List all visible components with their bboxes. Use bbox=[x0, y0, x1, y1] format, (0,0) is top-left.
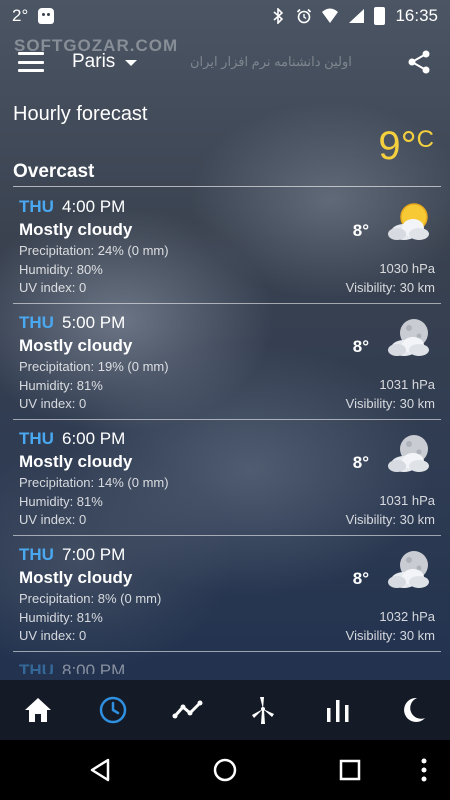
android-icon bbox=[38, 8, 55, 24]
forecast-uv-index: UV index: 0 bbox=[19, 512, 87, 527]
forecast-day: THU bbox=[19, 313, 54, 332]
forecast-pressure: 1031 hPa bbox=[379, 377, 435, 392]
forecast-list[interactable]: THU 4:00 PM Mostly cloudy Precipitation:… bbox=[13, 188, 441, 674]
partly-cloudy-sun-icon bbox=[388, 203, 429, 240]
bottom-navigation bbox=[0, 680, 450, 740]
forecast-time: 5:00 PM bbox=[62, 313, 126, 332]
forecast-temperature: 8° bbox=[352, 337, 369, 356]
forecast-day: THU bbox=[19, 429, 54, 448]
forecast-humidity: Humidity: 81% bbox=[19, 494, 103, 509]
nav-trend[interactable] bbox=[163, 685, 213, 735]
forecast-temperature: 8° bbox=[352, 221, 369, 240]
partly-cloudy-moon-icon bbox=[388, 319, 429, 356]
forecast-visibility: Visibility: 30 km bbox=[345, 628, 435, 643]
forecast-uv-index: UV index: 0 bbox=[19, 396, 87, 411]
current-temp-unit: C bbox=[416, 126, 434, 153]
chevron-down-icon bbox=[125, 60, 138, 66]
forecast-row[interactable]: THU 7:00 PM Mostly cloudy Precipitation:… bbox=[13, 536, 441, 652]
forecast-time: 4:00 PM bbox=[62, 197, 126, 216]
recents-icon[interactable] bbox=[335, 755, 365, 785]
forecast-time: 8:00 PM bbox=[62, 661, 126, 674]
forecast-description: Mostly cloudy bbox=[19, 568, 133, 587]
page-title: Hourly forecast bbox=[13, 103, 148, 125]
home-button-icon[interactable] bbox=[210, 755, 240, 785]
forecast-row[interactable]: THU 4:00 PM Mostly cloudy Precipitation:… bbox=[13, 188, 441, 304]
forecast-temperature: 8° bbox=[352, 569, 369, 588]
forecast-temperature: 8° bbox=[352, 453, 369, 472]
forecast-visibility: Visibility: 30 km bbox=[345, 280, 435, 295]
forecast-pressure: 1031 hPa bbox=[379, 493, 435, 508]
city-selector[interactable]: Paris bbox=[72, 51, 138, 73]
share-icon[interactable] bbox=[406, 49, 432, 75]
bluetooth-icon bbox=[273, 8, 284, 24]
nav-hourly[interactable] bbox=[88, 685, 138, 735]
trend-icon bbox=[172, 700, 202, 719]
forecast-description: Mostly cloudy bbox=[19, 336, 133, 355]
partly-cloudy-moon-icon bbox=[388, 551, 429, 588]
menu-icon[interactable] bbox=[18, 52, 44, 72]
battery-icon bbox=[374, 7, 386, 25]
forecast-row[interactable]: THU 5:00 PM Mostly cloudy Precipitation:… bbox=[13, 304, 441, 420]
alarm-icon bbox=[297, 8, 312, 24]
forecast-day: THU bbox=[19, 545, 54, 564]
wind-turbine-icon bbox=[251, 697, 274, 724]
clock-icon bbox=[99, 696, 126, 724]
forecast-row[interactable]: THU 6:00 PM Mostly cloudy Precipitation:… bbox=[13, 420, 441, 536]
moon-icon bbox=[403, 697, 425, 722]
home-icon bbox=[24, 698, 51, 722]
nav-home[interactable] bbox=[13, 685, 63, 735]
wifi-icon bbox=[322, 8, 339, 23]
current-condition: Overcast bbox=[13, 161, 95, 182]
back-icon[interactable] bbox=[86, 755, 116, 785]
forecast-pressure: 1030 hPa bbox=[379, 261, 435, 276]
forecast-visibility: Visibility: 30 km bbox=[345, 396, 435, 411]
forecast-precipitation: Precipitation: 14% (0 mm) bbox=[19, 475, 169, 490]
forecast-humidity: Humidity: 81% bbox=[19, 610, 103, 625]
nav-charts[interactable] bbox=[313, 685, 363, 735]
forecast-humidity: Humidity: 81% bbox=[19, 378, 103, 393]
clock-time: 16:35 bbox=[395, 6, 438, 25]
forecast-uv-index: UV index: 0 bbox=[19, 280, 87, 295]
bar-chart-icon bbox=[326, 700, 348, 722]
status-bar: 2° 16:35 bbox=[0, 0, 450, 32]
signal-icon bbox=[349, 9, 365, 23]
current-temp-value: 9° bbox=[378, 124, 417, 168]
forecast-day: THU bbox=[19, 661, 54, 674]
city-name: Paris bbox=[72, 51, 116, 72]
current-temperature: 9° C bbox=[378, 124, 434, 169]
forecast-precipitation: Precipitation: 8% (0 mm) bbox=[19, 591, 162, 606]
system-navigation-bar bbox=[0, 740, 450, 800]
nav-wind[interactable] bbox=[238, 685, 288, 735]
more-options-icon[interactable] bbox=[414, 755, 434, 785]
divider bbox=[13, 186, 441, 187]
forecast-visibility: Visibility: 30 km bbox=[345, 512, 435, 527]
app-screen: 2° 16:35 SOFTGOZAR.COM اولین دانشنامه نر… bbox=[0, 0, 450, 800]
forecast-uv-index: UV index: 0 bbox=[19, 628, 87, 643]
forecast-pressure: 1032 hPa bbox=[379, 609, 435, 624]
nav-moon[interactable] bbox=[388, 685, 438, 735]
forecast-time: 7:00 PM bbox=[62, 545, 126, 564]
notification-temp: 2° bbox=[12, 6, 29, 25]
forecast-precipitation: Precipitation: 19% (0 mm) bbox=[19, 359, 169, 374]
forecast-precipitation: Precipitation: 24% (0 mm) bbox=[19, 243, 169, 258]
partly-cloudy-moon-icon bbox=[388, 435, 429, 472]
app-bar: Paris bbox=[0, 40, 450, 84]
forecast-humidity: Humidity: 80% bbox=[19, 262, 103, 277]
forecast-description: Mostly cloudy bbox=[19, 452, 133, 471]
forecast-description: Mostly cloudy bbox=[19, 220, 133, 239]
forecast-time: 6:00 PM bbox=[62, 429, 126, 448]
forecast-row[interactable]: THU 8:00 PM bbox=[13, 652, 441, 674]
forecast-day: THU bbox=[19, 197, 54, 216]
